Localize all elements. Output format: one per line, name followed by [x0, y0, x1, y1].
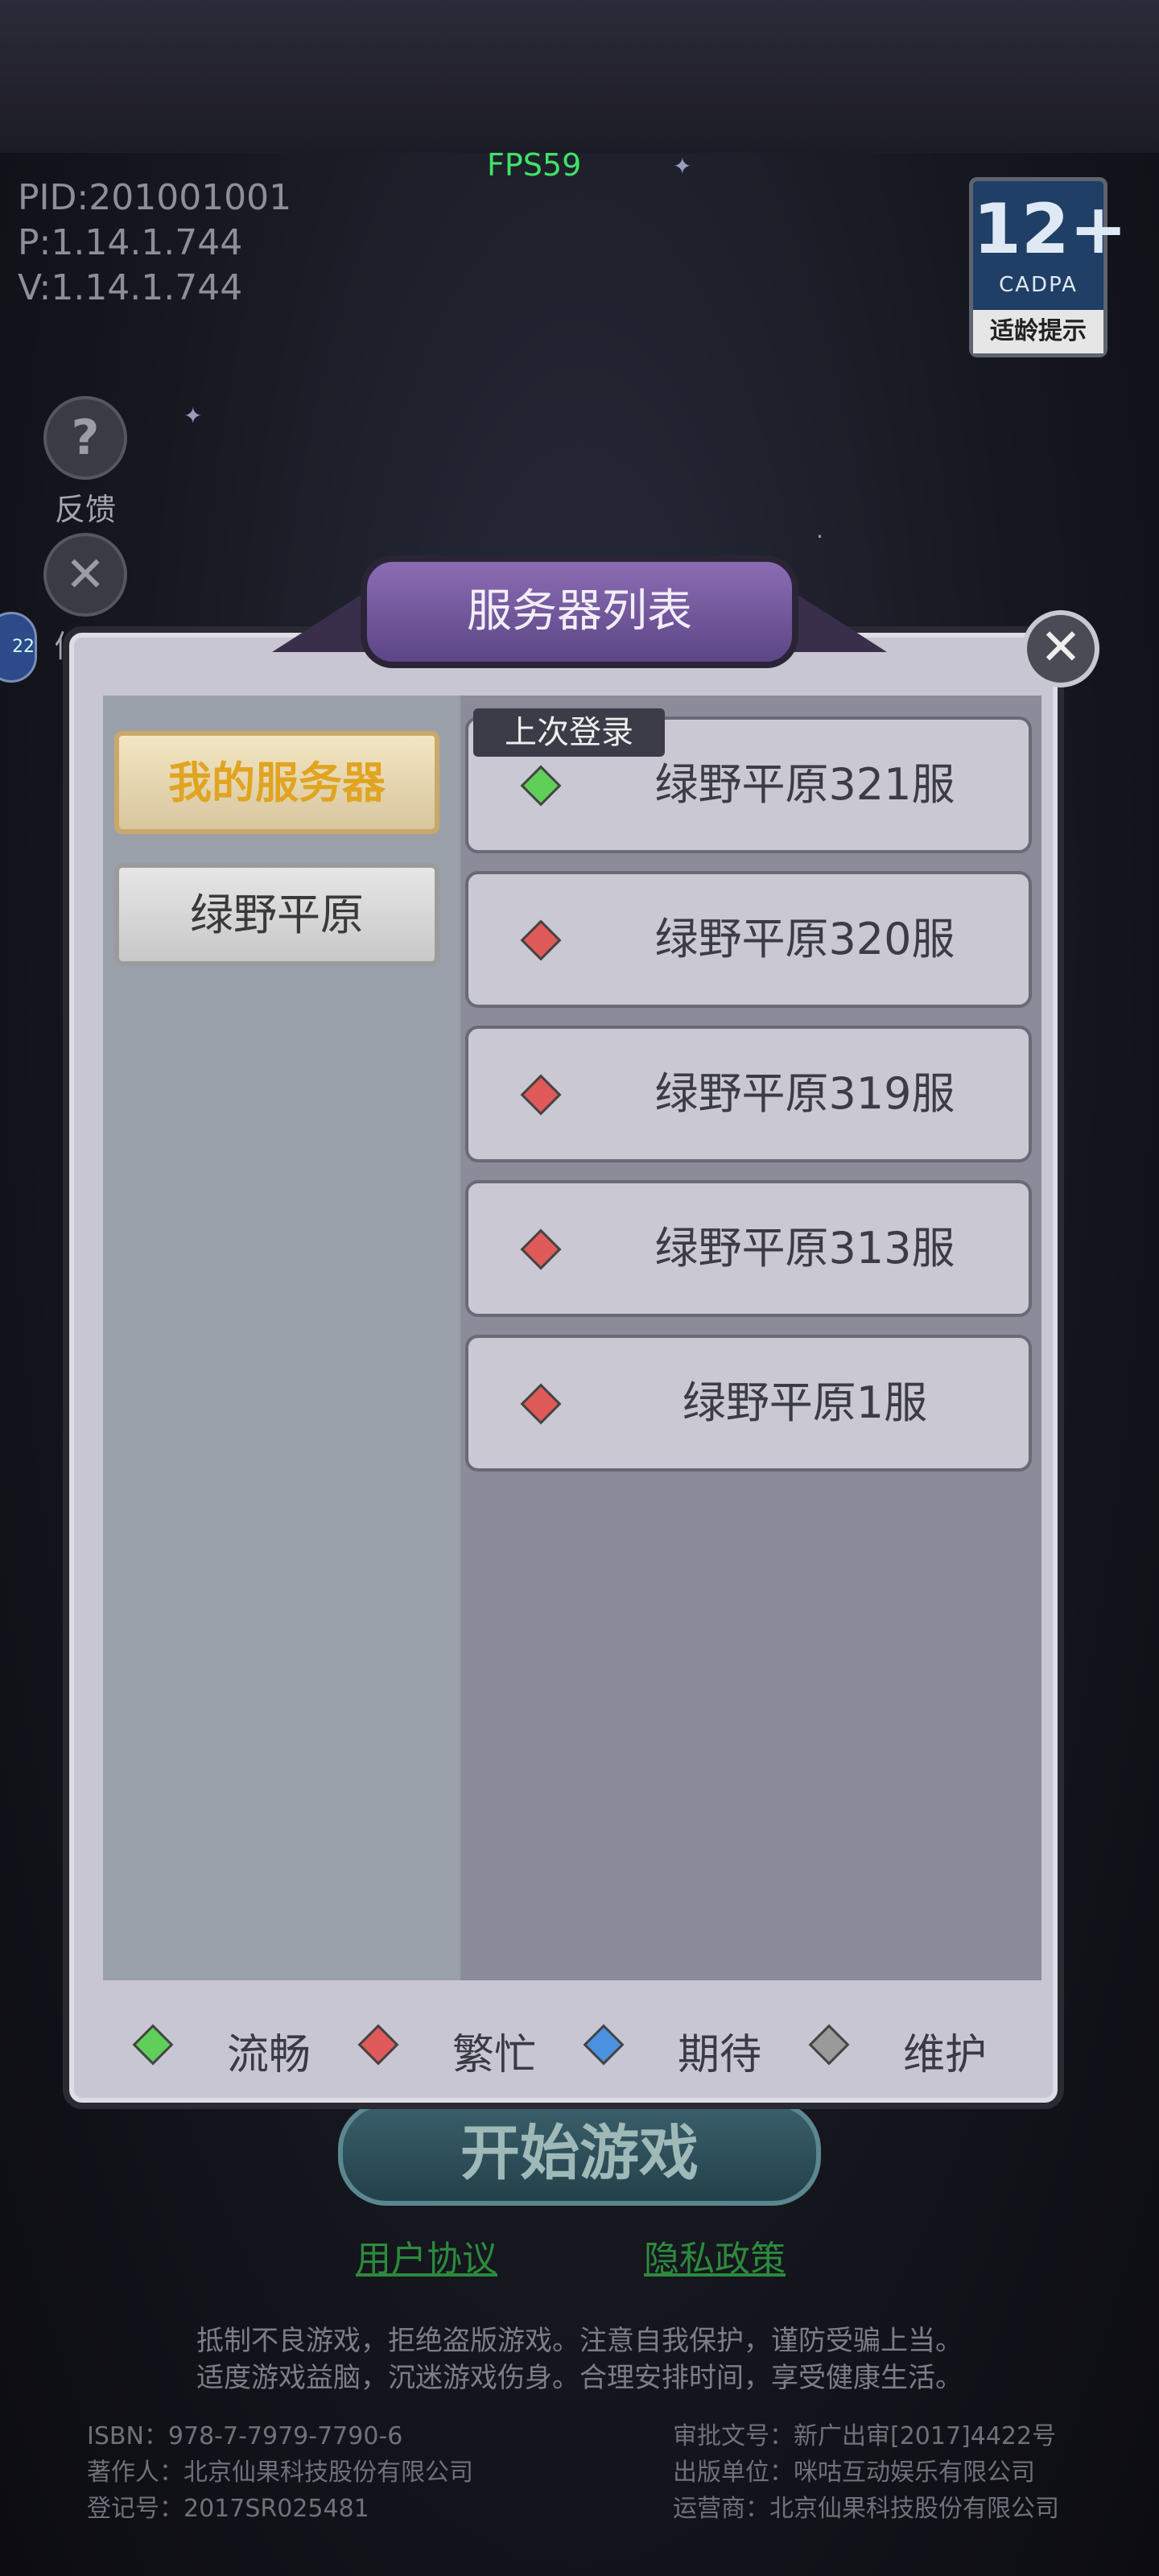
side-notification-badge[interactable]: 22 — [0, 612, 37, 683]
user-agreement-link[interactable]: 用户协议 — [356, 2230, 497, 2281]
legend-label: 繁忙 — [452, 2031, 537, 2079]
reg-text: 登记号：2017SR025481 — [87, 2495, 369, 2523]
status-busy-icon — [520, 1228, 562, 1270]
server-item[interactable]: 绿野平原320服 — [465, 871, 1032, 1008]
privacy-policy-link[interactable]: 隐私政策 — [644, 2230, 786, 2281]
server-name: 绿野平原319服 — [654, 1068, 955, 1119]
sparkle-icon: · — [816, 523, 823, 550]
status-smooth-icon — [520, 765, 562, 807]
version-info: PID:201001001 P:1.14.1.744 V:1.14.1.744 — [18, 175, 291, 311]
server-item[interactable]: 绿野平原313服 — [465, 1180, 1032, 1317]
close-icon: ✕ — [1040, 617, 1082, 676]
age-org: CADPA — [999, 273, 1078, 297]
category-my-servers[interactable]: 我的服务器 — [114, 731, 439, 834]
operator-text: 运营商：北京仙果科技股份有限公司 — [673, 2495, 1059, 2523]
last-login-tag: 上次登录 — [473, 708, 665, 757]
dialog-title: 服务器列表 — [361, 555, 798, 668]
p-version-text: P:1.14.1.744 — [18, 222, 243, 263]
sparkle-icon: ✦ — [184, 402, 203, 429]
wrench-icon: ✕ — [43, 533, 127, 617]
status-busy-icon — [520, 1383, 562, 1425]
server-item[interactable]: 绿野平原1服 — [465, 1335, 1032, 1472]
server-name: 绿野平原320服 — [654, 914, 955, 964]
server-name: 绿野平原313服 — [654, 1223, 955, 1274]
pid-text: PID:201001001 — [18, 177, 292, 218]
question-icon: ? — [43, 396, 127, 480]
top-banner-area — [0, 0, 1159, 153]
health-notice-line2: 适度游戏益脑，沉迷游戏伤身。合理安排时间，享受健康生活。 — [196, 2362, 963, 2394]
age-rating-badge[interactable]: 12+ CADPA 适龄提示 — [969, 177, 1128, 357]
legend-label: 维护 — [903, 2031, 988, 2079]
v-version-text: V:1.14.1.744 — [18, 267, 243, 308]
status-busy-icon — [520, 1074, 562, 1116]
legend-label: 流畅 — [227, 2031, 311, 2079]
legend-label: 期待 — [678, 2031, 762, 2079]
server-item[interactable]: 绿野平原319服 — [465, 1026, 1032, 1162]
isbn-text: ISBN：978-7-7979-7790-6 — [87, 2422, 403, 2450]
legal-right: 审批文号：新广出审[2017]4422号 出版单位：咪咕互动娱乐有限公司 运营商… — [673, 2418, 1059, 2527]
health-notice-line1: 抵制不良游戏，拒绝盗版游戏。注意自我保护，谨防受骗上当。 — [196, 2325, 963, 2357]
close-button[interactable]: ✕ — [1022, 610, 1099, 687]
age-rating: 12+ — [973, 189, 1128, 270]
feedback-label: 反馈 — [54, 492, 116, 527]
category-green-plains[interactable]: 绿野平原 — [114, 863, 439, 966]
author-text: 著作人：北京仙果科技股份有限公司 — [87, 2458, 473, 2487]
legal-left: ISBN：978-7-7979-7790-6 著作人：北京仙果科技股份有限公司 … — [87, 2418, 473, 2527]
fps-counter: FPS59 — [487, 147, 582, 183]
server-name: 绿野平原1服 — [682, 1377, 928, 1428]
age-tip: 适龄提示 — [973, 310, 1103, 353]
publisher-text: 出版单位：咪咕互动娱乐有限公司 — [673, 2458, 1035, 2487]
sparkle-icon: ✦ — [673, 153, 692, 180]
approval-text: 审批文号：新广出审[2017]4422号 — [673, 2422, 1057, 2450]
start-game-button[interactable]: 开始游戏 — [338, 2101, 821, 2206]
feedback-button[interactable]: ? 反馈 — [42, 396, 129, 529]
status-busy-icon — [520, 919, 562, 961]
